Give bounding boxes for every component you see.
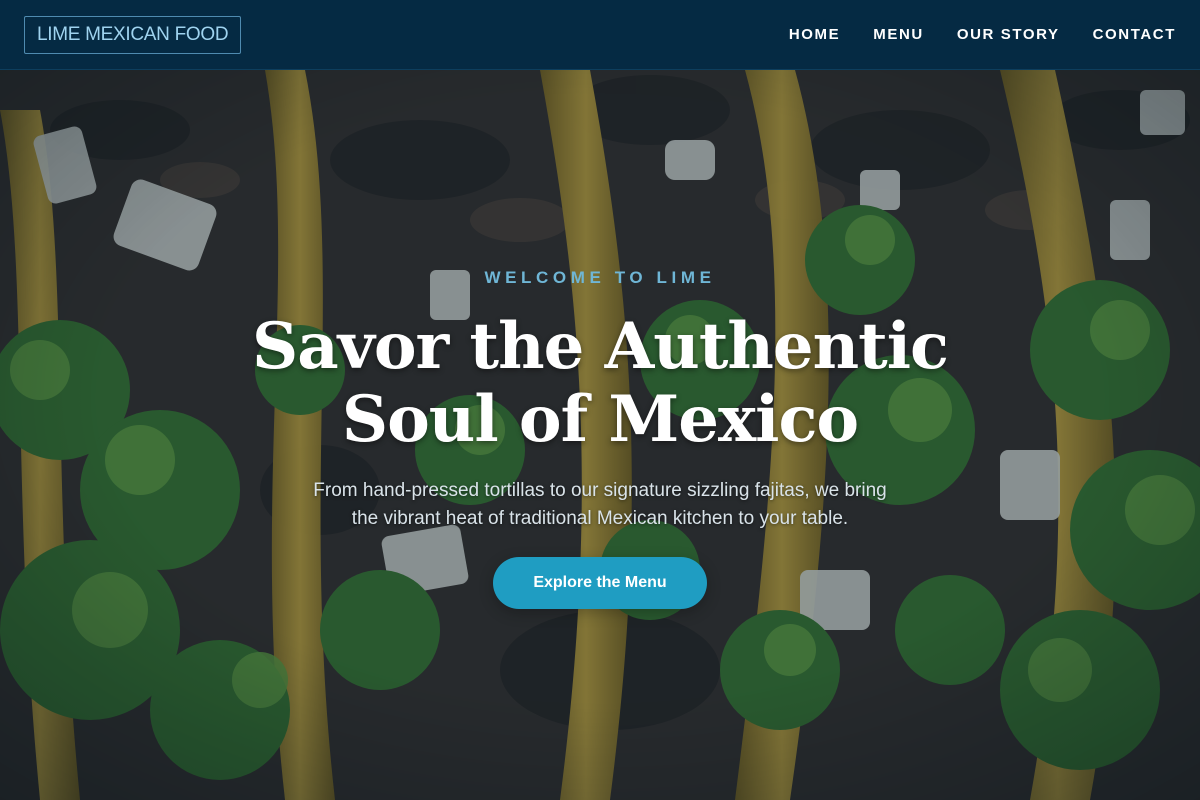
nav-link-contact[interactable]: CONTACT — [1093, 26, 1176, 43]
hero-title-line: Soul of Mexico — [341, 382, 859, 457]
hero-subtitle-line: the vibrant heat of traditional Mexican … — [351, 508, 849, 529]
hero-section: WELCOME TO LIME Savor the Authentic Soul… — [0, 70, 1200, 800]
main-nav: HOME MENU OUR STORY CONTACT — [789, 26, 1176, 43]
hero-eyebrow: WELCOME TO LIME — [484, 268, 716, 287]
hero-title: Savor the Authentic Soul of Mexico — [200, 310, 1000, 456]
hero-title-line: Savor the Authentic — [251, 309, 949, 384]
nav-link-menu[interactable]: MENU — [873, 26, 924, 43]
explore-menu-button[interactable]: Explore the Menu — [493, 557, 707, 609]
hero-subtitle-line: From hand-pressed tortillas to our signa… — [313, 480, 887, 501]
hero-content: WELCOME TO LIME Savor the Authentic Soul… — [0, 70, 1200, 800]
hero-subtitle: From hand-pressed tortillas to our signa… — [260, 477, 940, 533]
nav-link-home[interactable]: HOME — [789, 26, 840, 43]
nav-link-our-story[interactable]: OUR STORY — [957, 26, 1060, 43]
logo[interactable]: LIME MEXICAN FOOD — [24, 15, 242, 54]
site-header: LIME MEXICAN FOOD HOME MENU OUR STORY CO… — [0, 0, 1200, 70]
